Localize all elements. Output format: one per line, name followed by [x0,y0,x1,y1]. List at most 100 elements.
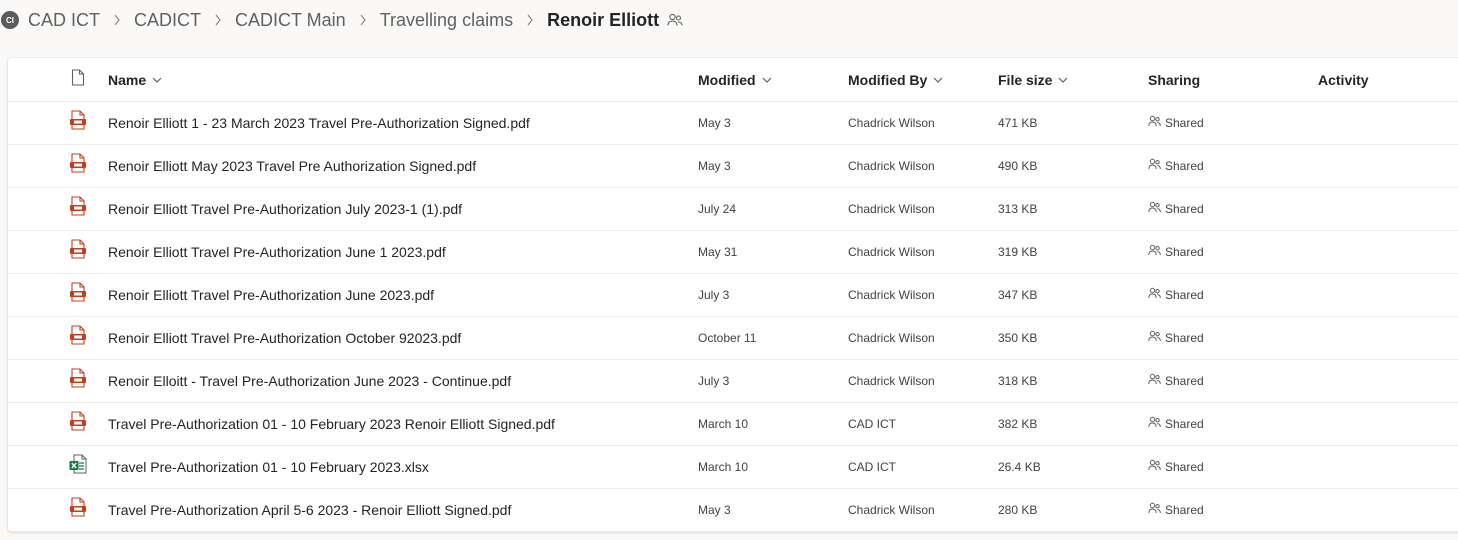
table-row[interactable]: Renoir Elliott Travel Pre-Authorization … [8,316,1458,360]
table-row[interactable]: Renoir Elloitt - Travel Pre-Authorizatio… [8,359,1458,403]
chevron-right-icon [526,14,534,26]
modified-date: May 3 [698,115,731,130]
table-row[interactable]: Renoir Elliott 1 - 23 March 2023 Travel … [8,101,1458,145]
sharing-status[interactable]: Shared [1148,373,1204,388]
file-name-cell: Travel Pre-Authorization 01 - 10 Februar… [108,402,555,445]
file-type-cell [66,359,90,402]
column-header-activity[interactable]: Activity [1318,58,1369,101]
column-header-file-size[interactable]: File size [998,58,1068,101]
modified-date: July 3 [698,373,730,388]
pdf-file-icon [69,110,87,135]
excel-file-icon [69,454,87,479]
people-icon[interactable] [667,13,683,27]
file-list: Name Modified Modified By File size Shar… [8,58,1458,532]
people-icon [1148,330,1165,345]
people-icon [1148,502,1165,517]
modified-date: May 3 [698,502,731,517]
chevron-down-icon [1058,77,1068,83]
sharing-status[interactable]: Shared [1148,330,1204,345]
sharing-status[interactable]: Shared [1148,287,1204,302]
file-name-link[interactable]: Renoir Elliott Travel Pre-Authorization … [108,287,434,303]
people-icon [1148,416,1165,431]
chevron-down-icon [762,77,772,83]
column-header-sharing[interactable]: Sharing [1148,58,1200,101]
file-type-cell [66,101,90,144]
file-name-link[interactable]: Renoir Elliott May 2023 Travel Pre Autho… [108,158,476,174]
sharing-label: Shared [1165,287,1204,302]
people-icon [1148,158,1165,173]
document-icon [71,68,85,91]
chevron-right-icon [214,14,222,26]
breadcrumb-item-cadict-main[interactable]: CADICT Main [235,10,346,31]
file-size: 471 KB [998,115,1038,130]
sharing-cell: Shared [1148,316,1204,359]
table-row[interactable]: Renoir Elliott Travel Pre-Authorization … [8,230,1458,274]
file-name-link[interactable]: Renoir Elliott Travel Pre-Authorization … [108,244,446,260]
breadcrumb-item-cadict[interactable]: CADICT [134,10,201,31]
pdf-file-icon [69,282,87,307]
pdf-file-icon [69,497,87,522]
table-row[interactable]: Travel Pre-Authorization 01 - 10 Februar… [8,445,1458,489]
pdf-file-icon [69,325,87,350]
file-size: 347 KB [998,287,1038,302]
sharing-label: Shared [1165,115,1204,130]
sharing-label: Shared [1165,330,1204,345]
column-header-name-label: Name [108,71,147,88]
sharing-status[interactable]: Shared [1148,502,1204,517]
modified-by: CAD ICT [848,459,896,474]
sharing-cell: Shared [1148,230,1204,273]
sharing-cell: Shared [1148,445,1204,488]
sharing-status[interactable]: Shared [1148,416,1204,431]
sharing-status[interactable]: Shared [1148,201,1204,216]
sharing-status[interactable]: Shared [1148,459,1204,474]
file-name-cell: Travel Pre-Authorization April 5-6 2023 … [108,488,511,531]
sharing-status[interactable]: Shared [1148,115,1204,130]
table-row[interactable]: Renoir Elliott Travel Pre-Authorization … [8,273,1458,317]
people-icon [1148,201,1165,216]
file-name-cell: Renoir Elliott Travel Pre-Authorization … [108,316,461,359]
file-name-link[interactable]: Renoir Elliott Travel Pre-Authorization … [108,330,461,346]
table-row[interactable]: Renoir Elliott Travel Pre-Authorization … [8,187,1458,231]
file-name-link[interactable]: Travel Pre-Authorization 01 - 10 Februar… [108,416,555,432]
breadcrumb-item-cad-ict[interactable]: CAD ICT [28,10,100,31]
column-header-modified[interactable]: Modified [698,58,772,101]
column-header-name[interactable]: Name [108,58,162,101]
chevron-down-icon [152,77,162,83]
file-name-link[interactable]: Renoir Elliott Travel Pre-Authorization … [108,201,462,217]
file-type-cell [66,445,90,488]
sharing-label: Shared [1165,244,1204,259]
file-name-link[interactable]: Renoir Elloitt - Travel Pre-Authorizatio… [108,373,511,389]
pdf-file-icon [69,411,87,436]
file-name-cell: Renoir Elliott Travel Pre-Authorization … [108,187,462,230]
file-type-cell [66,144,90,187]
table-row[interactable]: Renoir Elliott May 2023 Travel Pre Autho… [8,144,1458,188]
sharing-status[interactable]: Shared [1148,244,1204,259]
breadcrumb: CI CAD ICT CADICT CADICT Main Travelling… [0,0,1458,40]
sharing-label: Shared [1165,459,1204,474]
modified-by: Chadrick Wilson [848,373,935,388]
sharing-label: Shared [1165,158,1204,173]
modified-by: Chadrick Wilson [848,201,935,216]
modified-by: Chadrick Wilson [848,244,935,259]
sharing-status[interactable]: Shared [1148,158,1204,173]
table-row[interactable]: Travel Pre-Authorization 01 - 10 Februar… [8,402,1458,446]
breadcrumb-item-travelling-claims[interactable]: Travelling claims [380,10,513,31]
file-size: 382 KB [998,416,1038,431]
file-name-cell: Renoir Elliott Travel Pre-Authorization … [108,230,446,273]
sharing-cell: Shared [1148,402,1204,445]
file-name-link[interactable]: Renoir Elliott 1 - 23 March 2023 Travel … [108,115,530,131]
table-row[interactable]: Travel Pre-Authorization April 5-6 2023 … [8,488,1458,532]
file-size: 319 KB [998,244,1038,259]
site-avatar[interactable]: CI [1,11,19,29]
modified-date: October 11 [698,330,757,345]
people-icon [1148,373,1165,388]
file-name-link[interactable]: Travel Pre-Authorization April 5-6 2023 … [108,502,511,518]
column-header-modified-by[interactable]: Modified By [848,58,943,101]
file-name-link[interactable]: Travel Pre-Authorization 01 - 10 Februar… [108,459,429,475]
pdf-file-icon [69,239,87,264]
modified-by: Chadrick Wilson [848,502,935,517]
modified-date: March 10 [698,459,749,474]
file-type-column-header[interactable] [66,58,90,101]
column-header-row: Name Modified Modified By File size Shar… [8,58,1458,102]
file-type-cell [66,402,90,445]
